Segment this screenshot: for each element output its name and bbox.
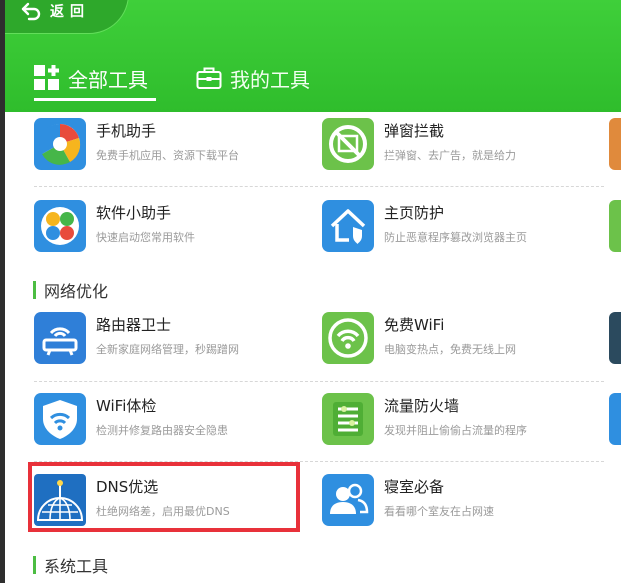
app-window: 返回 全部工具 我的工具 手机助手 免费手机应用、资源下载平台 弹窗拦截 拦弹窗… [5,0,621,583]
tool-popup-block[interactable]: 弹窗拦截 拦弹窗、去广告，就是给力 [322,118,592,178]
tab-my-tools[interactable]: 我的工具 [196,62,310,94]
section-bar [33,281,36,299]
tool-desc: 看看哪个室友在占网速 [384,505,494,518]
tool-desc: 检测并修复路由器安全隐患 [96,424,228,437]
toolbox-icon [196,67,222,89]
divider [34,186,604,187]
tool-desc: 电脑变热点，免费无线上网 [384,343,516,356]
section-title: 系统工具 [44,557,109,576]
tool-homepage-guard[interactable]: 主页防护 防止恶意程序篡改浏览器主页 [322,200,592,260]
tool-title: 手机助手 [96,122,157,140]
tab-all-tools[interactable]: 全部工具 [34,62,148,94]
tab-my-tools-label: 我的工具 [230,67,310,92]
partial-tool-icon[interactable] [609,118,621,170]
tool-wifi-check[interactable]: WiFi体检 检测并修复路由器安全隐患 [34,393,304,453]
back-label: 返回 [50,4,90,20]
tool-title: 免费WiFi [384,316,445,334]
homepage-guard-icon [322,200,374,252]
tool-desc: 拦弹窗、去广告，就是给力 [384,149,516,162]
tool-title: WiFi体检 [96,397,157,415]
section-bar [33,556,36,574]
tool-desc: 快速启动您常用软件 [96,231,195,244]
dorm-essential-icon [322,474,374,526]
tab-all-tools-label: 全部工具 [68,67,148,92]
active-tab-underline [34,98,156,101]
software-helper-icon [34,200,86,252]
tool-free-wifi[interactable]: 免费WiFi 电脑变热点，免费无线上网 [322,312,592,372]
section-header: 网络优化 [33,280,109,301]
partial-tool-icon[interactable] [609,312,621,364]
header: 返回 全部工具 我的工具 [5,0,621,112]
tool-desc: 免费手机应用、资源下载平台 [96,149,239,162]
tool-desc: 发现并阻止偷偷占流量的程序 [384,424,527,437]
divider [34,381,604,382]
tool-router-guard[interactable]: 路由器卫士 全新家庭网络管理，秒踢蹭网 [34,312,304,372]
tool-title: 流量防火墙 [384,397,460,415]
back-arrow-icon [21,2,41,21]
tool-title: 弹窗拦截 [384,122,445,140]
highlight-box [28,462,300,532]
phone-assistant-icon [34,118,86,170]
partial-tool-icon[interactable] [609,393,621,445]
tool-title: 软件小助手 [96,204,172,222]
tool-traffic-firewall[interactable]: 流量防火墙 发现并阻止偷偷占流量的程序 [322,393,592,453]
tool-title: 主页防护 [384,204,445,222]
section-title: 网络优化 [44,282,109,301]
wifi-check-icon [34,393,86,445]
router-guard-icon [34,312,86,364]
partial-tool-icon[interactable] [609,200,621,252]
tool-desc: 防止恶意程序篡改浏览器主页 [384,231,527,244]
tool-phone-assistant[interactable]: 手机助手 免费手机应用、资源下载平台 [34,118,304,178]
back-button[interactable]: 返回 [20,0,90,22]
tool-title: 寝室必备 [384,478,445,496]
popup-block-icon [322,118,374,170]
section-header: 系统工具 [33,555,109,576]
traffic-firewall-icon [322,393,374,445]
tool-title: 路由器卫士 [96,316,172,334]
tool-desc: 全新家庭网络管理，秒踢蹭网 [96,343,239,356]
free-wifi-icon [322,312,374,364]
tool-software-helper[interactable]: 软件小助手 快速启动您常用软件 [34,200,304,260]
tool-list: 手机助手 免费手机应用、资源下载平台 弹窗拦截 拦弹窗、去广告，就是给力 软件小… [5,112,621,583]
grid-plus-icon [34,65,59,90]
tool-dorm-essential[interactable]: 寝室必备 看看哪个室友在占网速 [322,474,592,534]
